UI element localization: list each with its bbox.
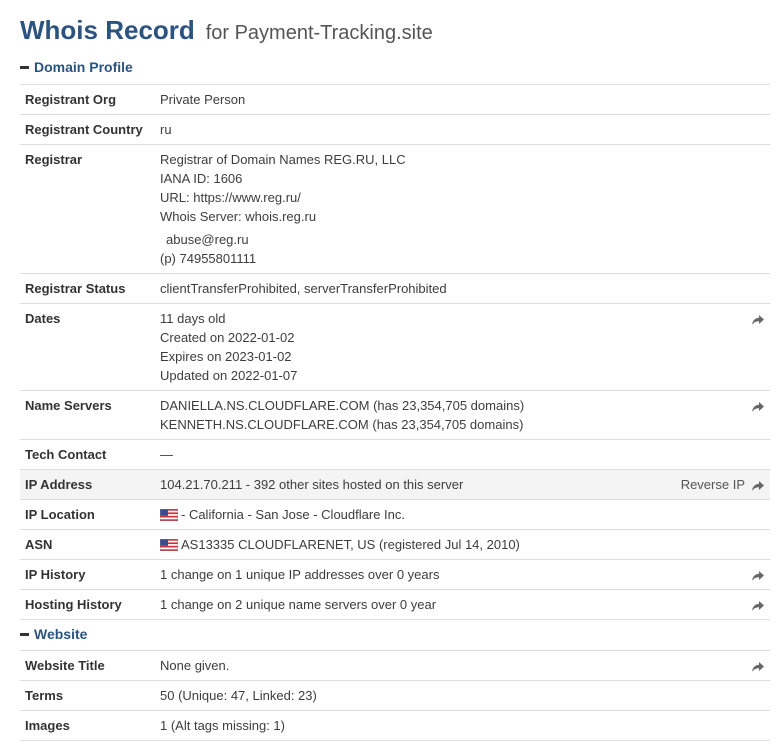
row-name-servers: Name Servers DANIELLA.NS.CLOUDFLARE.COM …: [20, 390, 770, 440]
registrar-status-label: Registrar Status: [20, 273, 160, 304]
row-registrar-status: Registrar Status clientTransferProhibite…: [20, 273, 770, 304]
ip-address-label: IP Address: [20, 469, 160, 500]
dates-label: Dates: [20, 303, 160, 391]
domain-age: 11 days old: [160, 311, 226, 326]
dates-value: 11 days old Created on 2022-01-02 Expire…: [160, 303, 655, 391]
asn-value: AS13335 CLOUDFLARENET, US (registered Ju…: [160, 529, 655, 560]
registrant-country-value: ru: [160, 114, 655, 145]
domain-profile-heading: Domain Profile: [34, 59, 133, 75]
registrar-phone: 74955801111: [179, 251, 257, 266]
name-servers-value: DANIELLA.NS.CLOUDFLARE.COM (has 23,354,7…: [160, 390, 655, 440]
minus-icon: [20, 65, 29, 69]
share-arrow-icon[interactable]: [751, 661, 765, 673]
ip-location-text: - California - San Jose - Cloudflare Inc…: [181, 507, 405, 522]
registrar-status-value: clientTransferProhibited, serverTransfer…: [160, 273, 655, 304]
share-arrow-icon[interactable]: [751, 480, 765, 492]
images-label: Images: [20, 710, 160, 741]
page-title-domain: for Payment-Tracking.site: [205, 22, 433, 44]
registrant-country-label: Registrant Country: [20, 114, 160, 145]
us-flag-icon: [160, 538, 178, 551]
website-table: Website Title None given. Terms 50 (Uniq…: [20, 650, 770, 741]
name-server-item: DANIELLA.NS.CLOUDFLARE.COM (has 23,354,7…: [160, 398, 525, 413]
registrar-whois-server: Whois Server: whois.reg.ru: [160, 209, 317, 224]
row-hosting-history: Hosting History 1 change on 2 unique nam…: [20, 589, 770, 620]
ip-location-label: IP Location: [20, 499, 160, 530]
us-flag-icon: [160, 508, 178, 521]
row-registrant-country: Registrant Country ru: [20, 114, 770, 145]
row-registrant-org: Registrant Org Private Person: [20, 84, 770, 115]
hosting-history-label: Hosting History: [20, 589, 160, 620]
asn-text: AS13335 CLOUDFLARENET, US (registered Ju…: [181, 537, 520, 552]
row-tech-contact: Tech Contact —: [20, 439, 770, 470]
registrar-name: Registrar of Domain Names REG.RU, LLC: [160, 152, 406, 167]
phone-prefix: (p): [160, 251, 176, 266]
row-registrar: Registrar Registrar of Domain Names REG.…: [20, 144, 770, 274]
share-arrow-icon[interactable]: [751, 314, 765, 326]
registrant-org-value: Private Person: [160, 84, 655, 115]
registrar-abuse-email: abuse@reg.ru: [166, 232, 249, 247]
name-servers-label: Name Servers: [20, 390, 160, 440]
row-ip-history: IP History 1 change on 1 unique IP addre…: [20, 559, 770, 590]
row-images: Images 1 (Alt tags missing: 1): [20, 710, 770, 741]
row-ip-location: IP Location - California - San Jose - Cl…: [20, 499, 770, 530]
page-title: Whois Record for Payment-Tracking.site: [20, 10, 433, 47]
registrant-org-label: Registrant Org: [20, 84, 160, 115]
registrar-iana-id: IANA ID: 1606: [160, 171, 243, 186]
terms-label: Terms: [20, 680, 160, 711]
domain-profile-table: Registrant Org Private Person Registrant…: [20, 84, 770, 620]
name-server-item: KENNETH.NS.CLOUDFLARE.COM (has 23,354,70…: [160, 417, 524, 432]
reverse-ip-label: Reverse IP: [680, 477, 745, 492]
website-toggle[interactable]: Website: [20, 626, 87, 642]
minus-icon: [20, 632, 29, 636]
registrar-value: Registrar of Domain Names REG.RU, LLC IA…: [160, 144, 655, 274]
page-title-main: Whois Record: [20, 15, 195, 45]
hosting-history-value: 1 change on 2 unique name servers over 0…: [160, 589, 655, 620]
terms-value: 50 (Unique: 47, Linked: 23): [160, 680, 655, 711]
row-website-title: Website Title None given.: [20, 650, 770, 681]
images-value: 1 (Alt tags missing: 1): [160, 710, 655, 741]
row-ip-address: IP Address 104.21.70.211 - 392 other sit…: [20, 469, 770, 500]
ip-location-value: - California - San Jose - Cloudflare Inc…: [160, 499, 655, 530]
row-dates: Dates 11 days old Created on 2022-01-02 …: [20, 303, 770, 391]
ip-history-label: IP History: [20, 559, 160, 590]
reverse-ip-button[interactable]: Reverse IP: [655, 469, 770, 500]
tech-contact-label: Tech Contact: [20, 439, 160, 470]
row-asn: ASN AS13335 CLOUDFLARENET, US (registere…: [20, 529, 770, 560]
registrar-phone-line: (p) 74955801111: [160, 249, 655, 268]
share-arrow-icon[interactable]: [751, 570, 765, 582]
domain-profile-toggle[interactable]: Domain Profile: [20, 59, 133, 75]
created-date: Created on 2022-01-02: [160, 330, 295, 345]
ip-history-value: 1 change on 1 unique IP addresses over 0…: [160, 559, 655, 590]
expires-date: Expires on 2023-01-02: [160, 349, 292, 364]
website-title-label: Website Title: [20, 650, 160, 681]
tech-contact-value: —: [160, 439, 655, 470]
share-arrow-icon[interactable]: [751, 600, 765, 612]
registrar-url: URL: https://www.reg.ru/: [160, 190, 301, 205]
row-terms: Terms 50 (Unique: 47, Linked: 23): [20, 680, 770, 711]
registrar-label: Registrar: [20, 144, 160, 274]
updated-date: Updated on 2022-01-07: [160, 368, 298, 383]
website-heading: Website: [34, 626, 88, 642]
share-arrow-icon[interactable]: [751, 401, 765, 413]
ip-address-value: 104.21.70.211 - 392 other sites hosted o…: [160, 469, 655, 500]
website-title-value: None given.: [160, 650, 655, 681]
asn-label: ASN: [20, 529, 160, 560]
